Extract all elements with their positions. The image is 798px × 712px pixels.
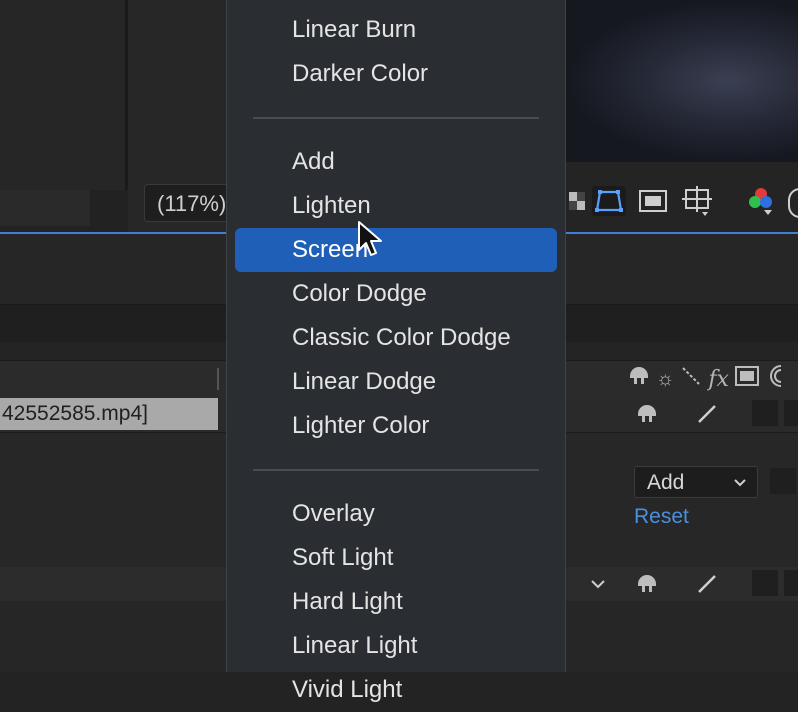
switch-cell[interactable] [784,400,798,426]
menu-item-overlay[interactable]: Overlay [235,492,557,536]
menu-item-vivid-light[interactable]: Vivid Light [235,668,557,712]
menu-item-add[interactable]: Add [235,140,557,184]
grid-target-icon[interactable] [680,186,714,216]
quality-icon[interactable] [680,365,702,393]
chevron-down-icon[interactable] [588,570,608,603]
menu-item-lighter-color[interactable]: Lighter Color [235,404,557,448]
panel-inset [0,190,90,226]
menu-item-linear-dodge[interactable]: Linear Dodge [235,360,557,404]
switch-cell[interactable] [752,400,778,426]
mode-dropdown[interactable]: Add [634,466,758,498]
mode-value: Add [647,471,685,494]
menu-separator [253,469,539,471]
panel-column [0,0,128,190]
chevron-down-icon [733,467,747,511]
menu-item-hard-light[interactable]: Hard Light [235,580,557,624]
reset-link[interactable]: Reset [634,503,689,531]
switch-cell[interactable] [752,570,778,596]
mask-path-icon[interactable] [592,186,626,216]
quality-switch-icon[interactable] [692,402,722,426]
switch-cell[interactable] [784,570,798,596]
menu-item-lighten[interactable]: Lighten [235,184,557,228]
quality-switch-icon[interactable] [692,572,722,596]
composition-preview [566,0,798,162]
fx-icon[interactable]: fx [708,367,729,392]
layer-name[interactable]: 42552585.mp4] [0,398,218,430]
menu-item-linear-light[interactable]: Linear Light [235,624,557,668]
column-divider[interactable] [217,368,219,390]
frame-blend-icon[interactable] [734,365,759,393]
safe-area-icon[interactable] [636,186,670,216]
shy-icon[interactable] [628,366,650,392]
menu-item-soft-light[interactable]: Soft Light [235,536,557,580]
menu-separator [253,117,539,119]
switches-header: ☼ fx [628,364,782,394]
collapse-icon[interactable]: ☼ [656,368,674,391]
shy-switch-icon[interactable] [632,572,662,596]
menu-item-screen[interactable]: Screen [235,228,557,272]
menu-item-color-dodge[interactable]: Color Dodge [235,272,557,316]
motion-blur-icon[interactable] [765,364,782,394]
menu-item-linear-burn[interactable]: Linear Burn [235,8,557,52]
menu-item-classic-color-dodge[interactable]: Classic Color Dodge [235,316,557,360]
shy-switch-icon[interactable] [632,402,662,426]
color-channels-icon[interactable] [744,186,778,216]
magnification-dropdown[interactable]: (117%) [144,184,226,222]
blend-mode-menu: Linear Burn Darker Color Add Lighten Screen C… [226,0,566,703]
mouse-cursor-icon [356,220,382,265]
menu-item-darker-color[interactable]: Darker Color [235,52,557,96]
switch-cell[interactable] [770,468,796,494]
